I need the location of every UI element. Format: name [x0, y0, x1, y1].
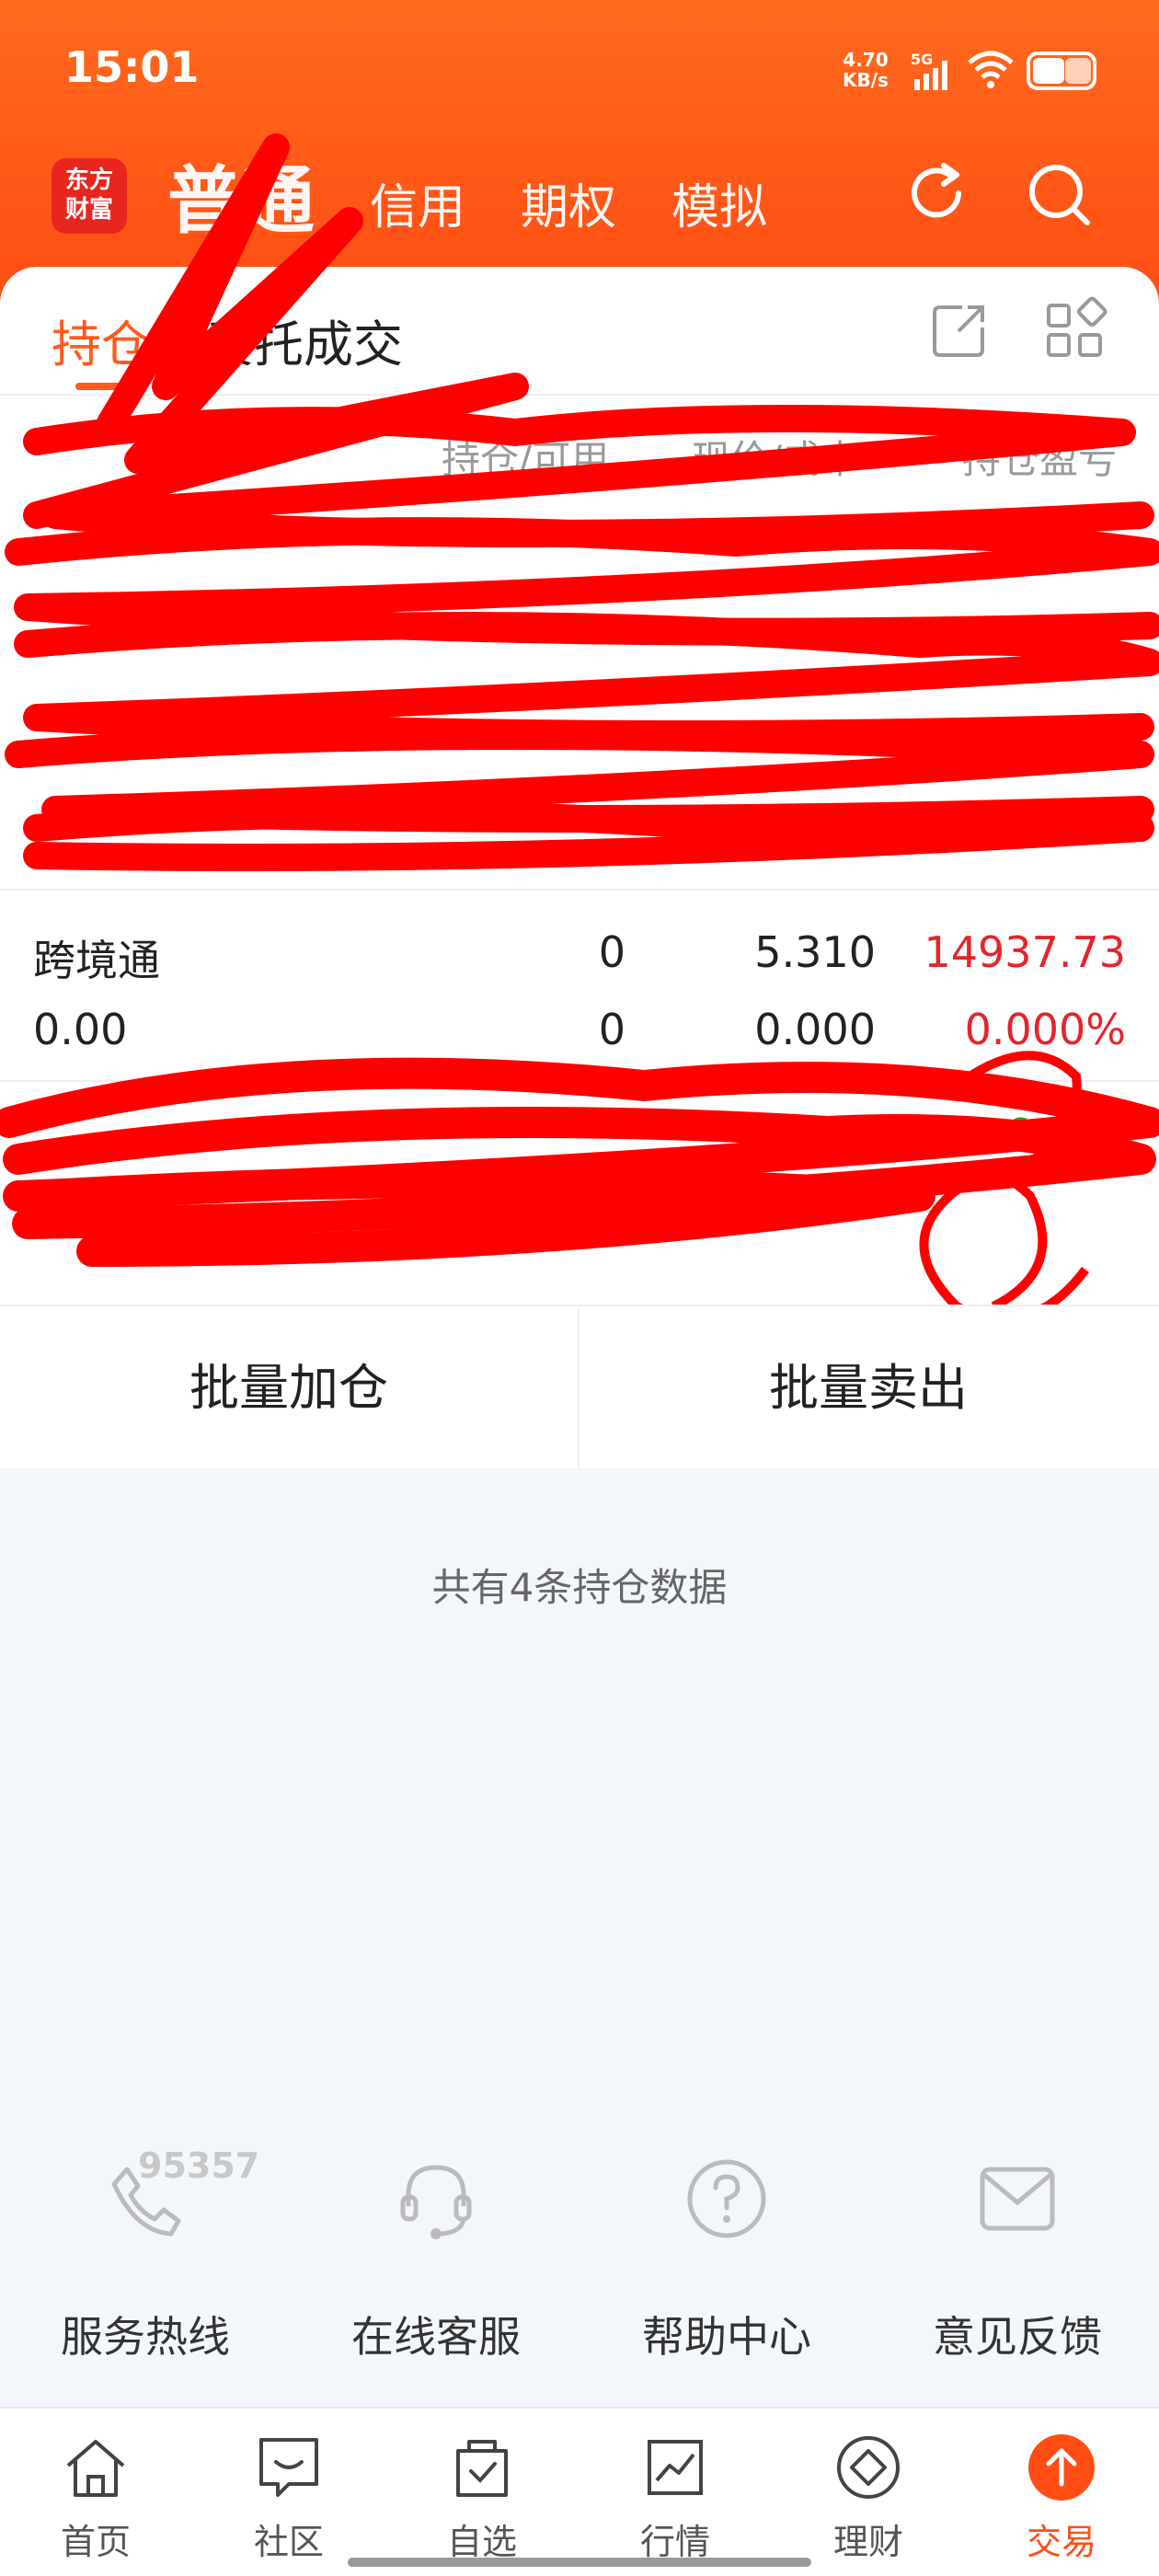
wifi-icon: [968, 51, 1014, 88]
position-pnl: 14937.73: [924, 927, 1127, 977]
nav-community[interactable]: 社区: [215, 2431, 362, 2564]
network-speed-unit: KB/s: [843, 69, 889, 91]
service-hotline-button[interactable]: 服务热线: [0, 2153, 291, 2364]
partial-pnl-value: 61.91: [1004, 1110, 1126, 1159]
service-label: 意见反馈: [933, 2312, 1102, 2362]
brand-logo[interactable]: 东方 财富: [52, 158, 127, 234]
logo-text-line2: 财富: [64, 196, 113, 224]
positions-summary: 共有4条持仓数据: [431, 1565, 728, 1610]
nav-label: 自选: [446, 2522, 517, 2562]
service-feedback-button[interactable]: 意见反馈: [872, 2153, 1159, 2364]
subtab-underline: [75, 383, 131, 390]
nav-watchlist[interactable]: 自选: [408, 2431, 556, 2564]
current-price: 5.310: [754, 927, 876, 977]
batch-actions: 批量加仓 批量卖出: [0, 1305, 1159, 1470]
stock-name: 跨境通: [33, 936, 160, 985]
status-time: 15:01: [64, 42, 200, 92]
trade-icon: [1028, 2434, 1095, 2501]
positions-card: 持仓 委托成交 持仓/可用 现价/成本 持仓盈亏 跨境通 0.00 0 0 5.…: [0, 267, 1159, 1306]
account-type-tabs: 普通 信用 期权 模拟: [167, 147, 822, 248]
nav-label: 行情: [639, 2522, 710, 2562]
nav-label: 交易: [1026, 2522, 1096, 2562]
headset-icon: [400, 2165, 472, 2239]
tab-credit[interactable]: 信用: [370, 168, 465, 248]
mail-icon: [980, 2167, 1055, 2231]
network-speed-value: 4.70: [843, 49, 889, 71]
position-qty: 0: [598, 927, 625, 977]
nav-market[interactable]: 行情: [602, 2431, 749, 2564]
service-help-button[interactable]: 帮助中心: [581, 2153, 872, 2364]
app-header: 15:01 4.70 KB/s 5G 东方 财富 普通 信用 期权 模拟: [0, 0, 1159, 304]
watchlist-icon: [456, 2440, 508, 2497]
tab-normal[interactable]: 普通: [167, 142, 315, 248]
position-pnl-percent: 0.000%: [964, 1005, 1126, 1054]
signal-5g-icon: 5G: [911, 51, 947, 90]
home-icon: [66, 2440, 125, 2497]
service-label: 在线客服: [351, 2312, 521, 2362]
nav-trade[interactable]: 交易: [988, 2431, 1135, 2564]
service-online-button[interactable]: 在线客服: [291, 2153, 581, 2364]
col-header-price: 现价/成本: [692, 437, 860, 482]
nav-wealth[interactable]: 理财: [795, 2431, 942, 2564]
logo-text-line1: 东方: [64, 167, 113, 194]
tab-simulated[interactable]: 模拟: [671, 168, 767, 248]
question-icon: [687, 2159, 766, 2238]
service-shortcuts: 服务热线 在线客服 帮助中心 意见反馈: [0, 2153, 1159, 2364]
position-subtabs: 持仓 委托成交: [0, 267, 1159, 396]
nav-label: 社区: [253, 2522, 324, 2562]
battery-icon: [1027, 52, 1096, 90]
grid-icon[interactable]: [1038, 294, 1111, 368]
service-label: 服务热线: [61, 2312, 230, 2362]
export-icon[interactable]: [922, 294, 995, 368]
nav-label: 理财: [832, 2522, 903, 2562]
cost-price: 0.000: [754, 1005, 876, 1054]
available-qty: 0: [598, 1005, 625, 1054]
home-indicator: [348, 2558, 811, 2567]
phone-icon: [111, 2167, 181, 2237]
bottom-navigation: 首页 社区 自选 行情 理财 交易: [0, 2407, 1159, 2576]
col-header-pnl: 持仓盈亏: [962, 437, 1118, 482]
service-label: 帮助中心: [642, 2312, 811, 2362]
tab-options[interactable]: 期权: [521, 168, 616, 248]
subtab-orders[interactable]: 委托成交: [204, 304, 403, 376]
col-header-qty: 持仓/可用: [442, 437, 610, 482]
status-bar: 15:01 4.70 KB/s 5G: [0, 0, 1159, 138]
search-icon[interactable]: [1023, 158, 1096, 232]
batch-add-button[interactable]: 批量加仓: [0, 1306, 578, 1470]
community-icon: [259, 2438, 318, 2497]
market-value: 0.00: [33, 1005, 128, 1054]
nav-home[interactable]: 首页: [22, 2431, 169, 2564]
batch-sell-button[interactable]: 批量卖出: [580, 1306, 1157, 1470]
refresh-icon[interactable]: [901, 158, 975, 232]
svg-text:5G: 5G: [911, 51, 933, 68]
wealth-icon: [837, 2436, 900, 2499]
network-speed: 4.70 KB/s: [843, 50, 889, 90]
table-row[interactable]: 跨境通 0.00 0 0 5.310 0.000 14937.73 0.000%: [0, 889, 1159, 1082]
nav-label: 首页: [60, 2522, 131, 2562]
subtab-positions[interactable]: 持仓: [52, 304, 151, 376]
chart-icon: [648, 2440, 703, 2495]
